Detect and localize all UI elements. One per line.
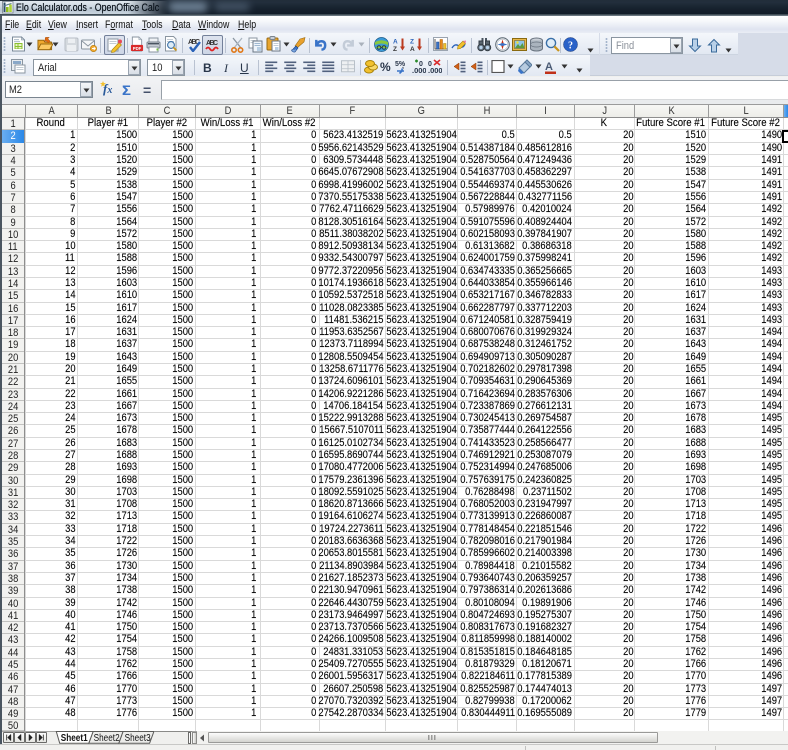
svg-text:Z: Z: [410, 39, 414, 46]
svg-text:.000: .000: [412, 66, 426, 74]
svg-text:Z: Z: [393, 46, 397, 52]
svg-text:.000: .000: [428, 66, 442, 74]
svg-text:?: ?: [568, 41, 573, 52]
svg-text:A: A: [545, 61, 553, 73]
svg-text:ABC: ABC: [206, 40, 218, 47]
svg-text:A: A: [393, 39, 398, 46]
svg-text:%: %: [380, 60, 391, 74]
svg-text:A: A: [410, 46, 415, 52]
svg-text:5%: 5%: [395, 61, 406, 68]
svg-text:PDF: PDF: [133, 46, 142, 51]
